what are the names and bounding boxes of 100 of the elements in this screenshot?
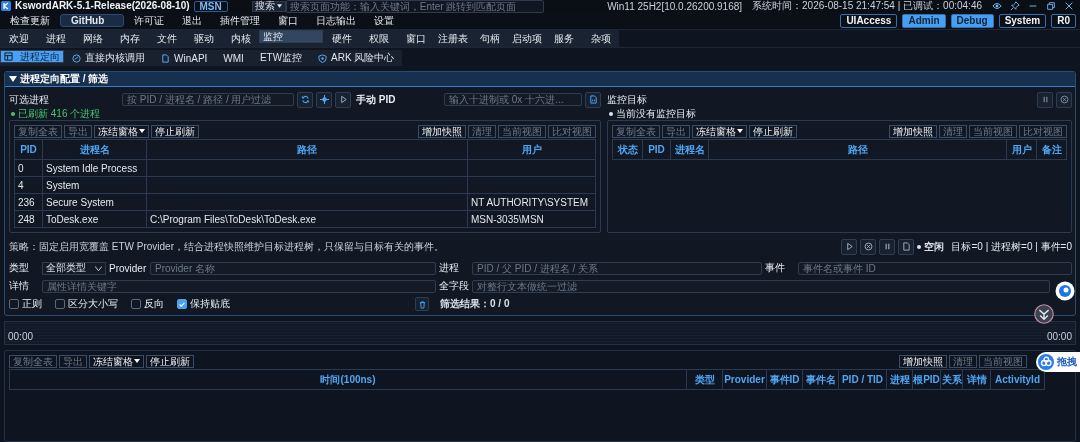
sub-tab[interactable]: 直接内核调用 xyxy=(64,50,153,66)
option-checkbox[interactable]: 反向 xyxy=(131,297,164,311)
process-field[interactable]: PID / 父 PID / 进程名 / 关系 xyxy=(472,261,762,275)
column-header[interactable]: 根PID xyxy=(913,370,941,390)
sub-tab[interactable]: ARK 风险中心 xyxy=(310,50,403,66)
menu-item[interactable]: 插件管理 xyxy=(212,13,268,28)
detail-field[interactable]: 属性详情关键字 xyxy=(42,279,436,293)
delete-button[interactable] xyxy=(415,297,429,311)
process-filter-field[interactable]: 按 PID / 进程名 / 路径 / 用户过滤 xyxy=(122,93,294,106)
module-tab[interactable]: 硬件 xyxy=(323,30,360,47)
eye-icon[interactable] xyxy=(992,1,1002,11)
column-header[interactable]: 进程 xyxy=(887,370,913,390)
column-header[interactable]: 进程名 xyxy=(43,140,147,160)
menu-item[interactable]: 许可证 xyxy=(126,13,172,28)
column-header[interactable]: PID xyxy=(643,140,671,160)
module-tab[interactable]: 驱动 xyxy=(185,30,222,47)
table-cell: ToDesk.exe xyxy=(43,211,147,228)
search-field[interactable]: 搜索页面功能：输入关键词，Enter 跳转到匹配页面 xyxy=(285,0,544,13)
provider-field[interactable]: Provider 名称 xyxy=(150,261,436,275)
play-button[interactable] xyxy=(335,91,351,108)
search-scope-dropdown[interactable]: 搜索 xyxy=(251,0,286,12)
close-icon[interactable] xyxy=(1064,1,1074,11)
toolbar-button[interactable]: 冻结窗格 xyxy=(692,124,747,138)
toolbar-button[interactable]: 停止刷新 xyxy=(749,124,797,138)
module-tab[interactable]: 文件 xyxy=(148,30,185,47)
column-header[interactable]: 详情 xyxy=(963,370,991,390)
round-logo-icon[interactable] xyxy=(1034,304,1054,324)
module-tab[interactable]: 窗口 xyxy=(397,30,434,47)
toolbar-button[interactable]: 冻结窗格 xyxy=(94,124,149,138)
module-tab[interactable]: 欢迎 xyxy=(0,30,37,47)
pause-button[interactable] xyxy=(1037,91,1053,108)
column-header[interactable]: PID xyxy=(15,140,43,160)
module-tab[interactable]: 监控 xyxy=(259,30,323,43)
table-cell: System xyxy=(43,177,147,194)
event-field[interactable]: 事件名或事件 ID xyxy=(798,261,1072,275)
column-header[interactable]: Provider xyxy=(723,370,767,390)
strategy-text: 策略：固定启用宽覆盖 ETW Provider，结合进程快照维护目标进程树，只保留与目标有关的事件。 xyxy=(9,239,444,254)
field-label: 全字段 xyxy=(439,279,469,293)
menu-item[interactable]: 退出 xyxy=(174,13,210,28)
option-checkbox[interactable]: 区分大小写 xyxy=(55,297,118,311)
column-header[interactable]: 用户 xyxy=(468,140,596,160)
play-button[interactable] xyxy=(841,238,858,255)
option-checkbox[interactable]: 正则 xyxy=(9,297,42,311)
panel-header[interactable]: 进程定向配置 / 筛选 xyxy=(5,72,1075,87)
menu-item[interactable]: 设置 xyxy=(366,13,402,28)
sub-tab[interactable]: ETW监控 xyxy=(251,50,311,66)
module-tab[interactable]: 权限 xyxy=(360,30,397,47)
column-header[interactable]: 状态 xyxy=(613,140,643,160)
restore-icon[interactable] xyxy=(1046,1,1056,11)
module-tab[interactable]: 进程 xyxy=(37,30,74,47)
file-button[interactable] xyxy=(898,238,915,255)
column-header[interactable]: PID / TID xyxy=(839,370,887,390)
type-select[interactable]: 全部类型 xyxy=(42,261,106,275)
column-header[interactable]: 路径 xyxy=(709,140,1007,160)
column-header[interactable]: 类型 xyxy=(687,370,723,390)
target-button[interactable] xyxy=(316,91,332,108)
column-header[interactable]: 备注 xyxy=(1037,140,1067,160)
column-header[interactable]: 用户 xyxy=(1007,140,1037,160)
module-tab[interactable]: 内存 xyxy=(111,30,148,47)
column-header[interactable]: 关系 xyxy=(941,370,963,390)
module-tab[interactable]: 杂项 xyxy=(582,30,619,47)
toolbar-button[interactable]: 增加快照 xyxy=(418,124,466,138)
module-tab[interactable]: 内核 xyxy=(222,30,259,47)
manual-pid-field[interactable]: 输入十进制或 0x 十六进... xyxy=(444,93,582,106)
toolbar-button[interactable]: 冻结窗格 xyxy=(89,354,144,368)
run-state: 空闲 xyxy=(924,239,945,254)
assistant-icon[interactable] xyxy=(1055,281,1075,301)
drag-button[interactable]: 拖拽 xyxy=(1036,352,1080,372)
sub-tab[interactable]: WMI xyxy=(215,50,252,66)
column-header[interactable]: 进程名 xyxy=(671,140,709,160)
toolbar-button[interactable]: 增加快照 xyxy=(899,354,947,368)
column-header[interactable]: 事件名 xyxy=(803,370,839,390)
toolbar-button[interactable]: 停止刷新 xyxy=(151,124,199,138)
app-logo-icon xyxy=(1,1,11,11)
column-header[interactable]: 时间(100ns) xyxy=(10,370,687,390)
column-header[interactable]: 路径 xyxy=(147,140,468,160)
menu-item[interactable]: GitHub xyxy=(60,14,124,27)
column-header[interactable]: 事件ID xyxy=(767,370,803,390)
module-tab[interactable]: 服务 xyxy=(545,30,582,47)
file-button[interactable] xyxy=(585,91,601,108)
refresh-icon xyxy=(300,95,310,104)
module-tab[interactable]: 网络 xyxy=(74,30,111,47)
module-tab[interactable]: 启动项 xyxy=(508,30,545,47)
menu-item[interactable]: 检查更新 xyxy=(2,13,58,28)
status-dot-icon xyxy=(11,111,15,116)
stop-button[interactable] xyxy=(1056,91,1072,108)
sub-tab[interactable]: WinAPI xyxy=(153,50,216,66)
pin-icon[interactable] xyxy=(1010,1,1020,11)
toolbar-button[interactable]: 停止刷新 xyxy=(146,354,194,368)
module-tab[interactable]: 注册表 xyxy=(434,30,471,47)
menu-item[interactable]: 窗口 xyxy=(270,13,306,28)
stop-button[interactable] xyxy=(860,238,877,255)
pause-button[interactable] xyxy=(879,238,896,255)
toolbar-button[interactable]: 增加快照 xyxy=(889,124,937,138)
refresh-button[interactable] xyxy=(297,91,313,108)
menu-item[interactable]: 日志输出 xyxy=(308,13,364,28)
module-tab[interactable]: 句柄 xyxy=(471,30,508,47)
option-checkbox[interactable]: 保持贴底 xyxy=(177,297,230,311)
targets-status: 当前没有监控目标 xyxy=(616,106,696,121)
sub-tab[interactable]: 进程定向 xyxy=(0,50,64,63)
